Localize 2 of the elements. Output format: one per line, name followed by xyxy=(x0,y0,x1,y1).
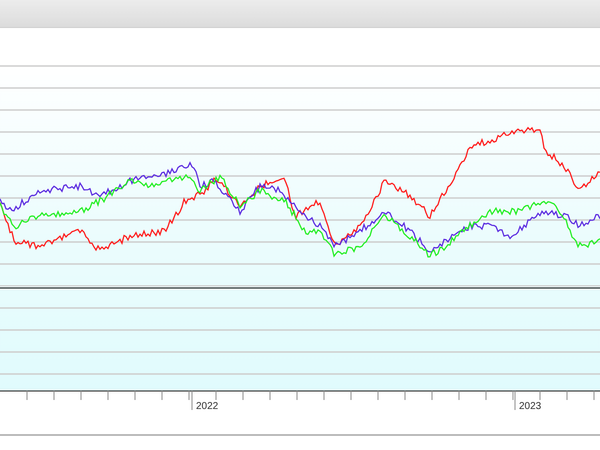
axis-label: 2023 xyxy=(519,401,542,412)
axis-label: 2022 xyxy=(196,401,218,412)
